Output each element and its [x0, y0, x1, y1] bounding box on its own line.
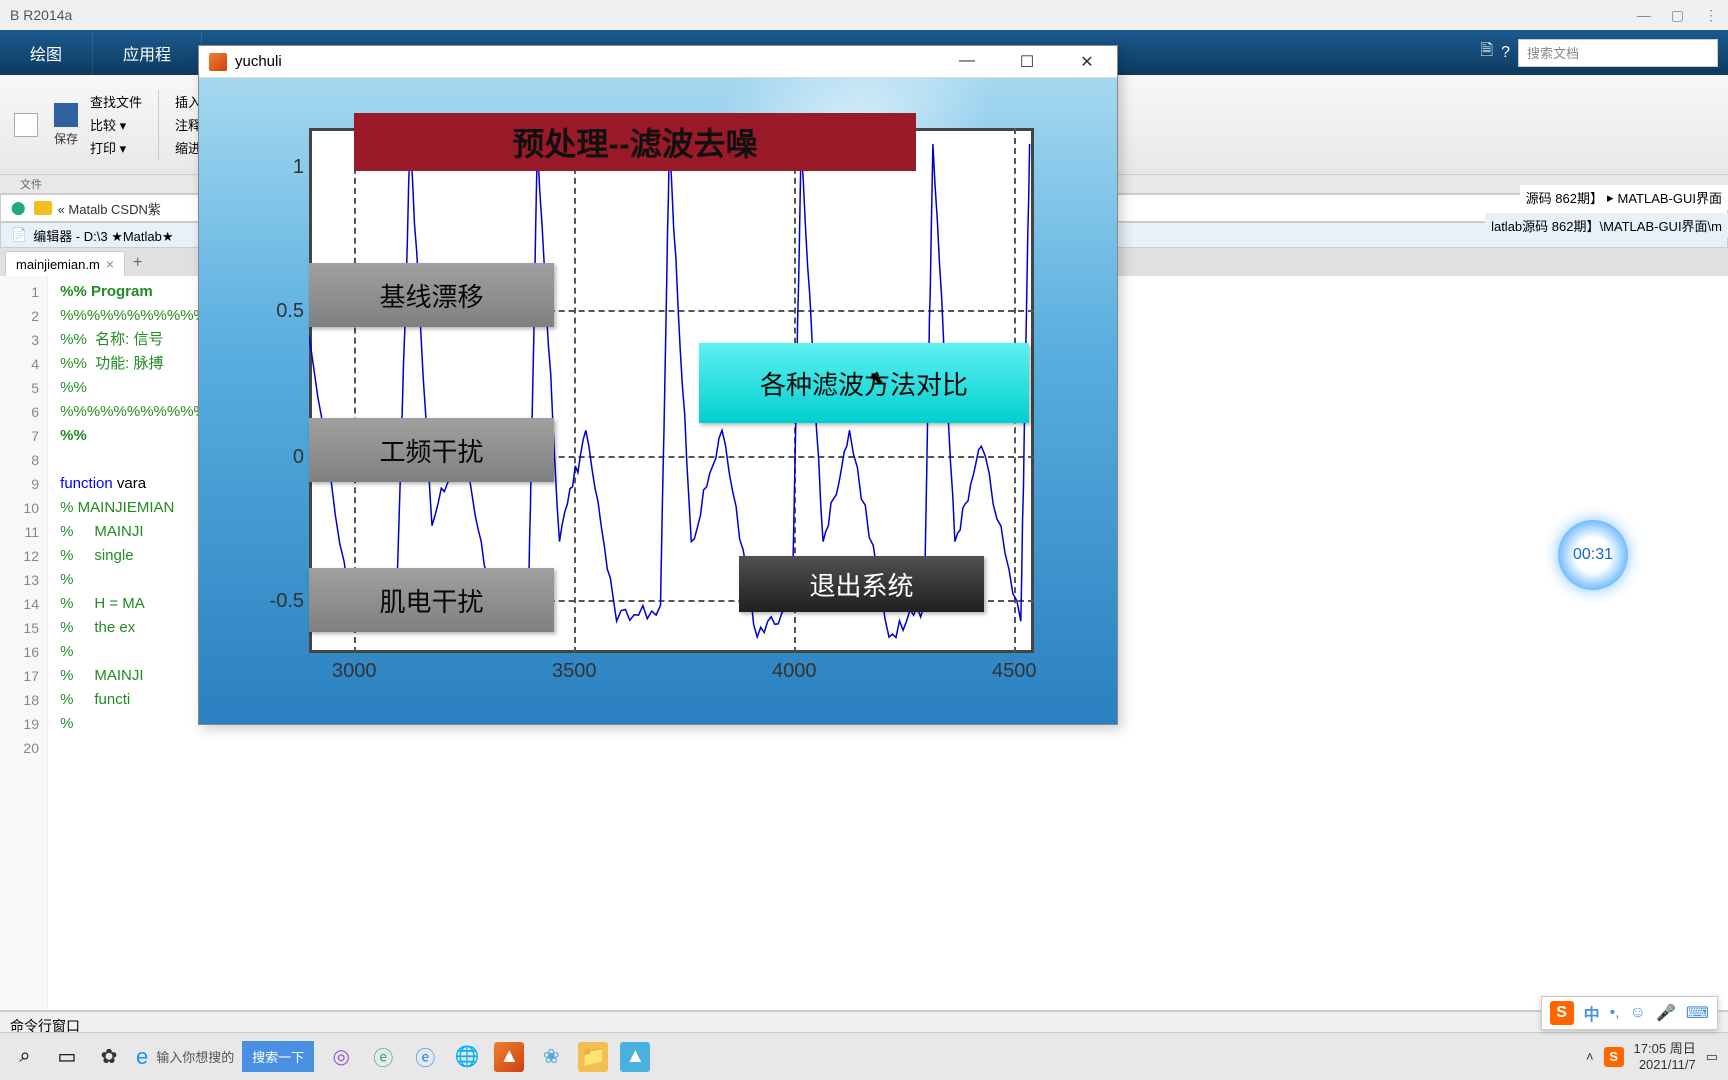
ime-keyboard-icon[interactable]: ⌨ — [1686, 1003, 1709, 1023]
editor-path-right: latlab源码 862期】\MATLAB-GUI界面\m — [1485, 213, 1728, 238]
minimize-icon[interactable]: — — [1637, 7, 1651, 24]
xtick-3000: 3000 — [332, 660, 377, 683]
app-icon[interactable]: ❀ — [536, 1042, 566, 1072]
cortana-icon[interactable]: ◎ — [326, 1042, 356, 1072]
figure-titlebar[interactable]: yuchuli — ☐ ✕ — [199, 46, 1117, 78]
clock[interactable]: 17:05 周日 2021/11/7 — [1634, 1041, 1696, 1072]
tab-add-button[interactable]: + — [125, 250, 150, 276]
tab-app[interactable]: 应用程 — [93, 30, 202, 75]
obs-icon[interactable]: ✿ — [94, 1042, 124, 1072]
find-files-button[interactable]: 查找文件 — [90, 92, 142, 111]
ie-taskbar-icon[interactable]: ⓔ — [368, 1042, 398, 1072]
emg-interference-button[interactable]: 肌电干扰 — [309, 568, 554, 632]
doc-icon[interactable]: 🗎 — [1480, 39, 1493, 66]
xtick-4000: 4000 — [772, 660, 817, 683]
explorer-icon[interactable]: 📁 — [578, 1042, 608, 1072]
line-gutter: 1234567891011121314151617181920 — [0, 276, 48, 1010]
save-button[interactable]: 保存 — [50, 99, 82, 151]
figure-window: yuchuli — ☐ ✕ 1 0.5 0 -0.5 3000 3500 400… — [198, 45, 1118, 725]
ytick-1: 1 — [264, 156, 304, 179]
taskview-icon[interactable]: ▭ — [52, 1042, 82, 1072]
power-interference-button[interactable]: 工频干扰 — [309, 418, 554, 482]
matlab-taskbar-icon[interactable]: ▲ — [494, 1042, 524, 1072]
ytick-05: 0.5 — [264, 300, 304, 323]
tray-sogou-icon[interactable]: S — [1604, 1047, 1624, 1067]
ime-toolbar[interactable]: S 中 •, ☺ 🎤 ⌨ — [1541, 996, 1718, 1030]
ime-punct-icon[interactable]: •, — [1610, 1004, 1620, 1022]
taskbar: ⌕ ▭ ✿ e 输入你想搜的 搜索一下 ◎ ⓔ ⓔ 🌐 ▲ ❀ 📁 ▲ ˄ S … — [0, 1032, 1728, 1080]
filter-compare-button[interactable]: 各种滤波方法对比 — [699, 343, 1029, 423]
tab-plot[interactable]: 绘图 — [0, 30, 93, 75]
tray-chevron-icon[interactable]: ˄ — [1586, 1049, 1594, 1064]
taskbar-search[interactable]: e 输入你想搜的 搜索一下 — [136, 1041, 314, 1072]
fig-close-icon[interactable]: ✕ — [1067, 52, 1107, 72]
maximize-icon[interactable]: ▢ — [1671, 7, 1684, 24]
sogou-icon[interactable]: S — [1550, 1001, 1574, 1025]
app-title: B R2014a — [10, 7, 72, 23]
fig-maximize-icon[interactable]: ☐ — [1007, 52, 1047, 72]
tab-close-icon[interactable]: × — [106, 256, 114, 272]
ime-emoji-icon[interactable]: ☺ — [1630, 1004, 1646, 1022]
figure-body: 1 0.5 0 -0.5 3000 3500 4000 4500 预处理--滤波… — [199, 78, 1117, 724]
xtick-3500: 3500 — [552, 660, 597, 683]
ie-icon: e — [136, 1044, 148, 1070]
matlab-icon — [209, 53, 227, 71]
matlab-title-bar: B R2014a — ▢ ⋮ — [0, 0, 1728, 30]
ime-lang[interactable]: 中 — [1584, 1001, 1600, 1025]
fig-minimize-icon[interactable]: — — [947, 52, 987, 72]
folder-icon — [34, 201, 52, 215]
recording-timer[interactable]: 00:31 — [1558, 520, 1628, 590]
path-fragment-right: 源码 862期】▸MATLAB-GUI界面 — [1520, 185, 1728, 210]
start-search-icon[interactable]: ⌕ — [10, 1042, 40, 1072]
ytick-0: 0 — [264, 446, 304, 469]
exit-button[interactable]: 退出系统 — [739, 556, 984, 612]
compare-button[interactable]: 比较 ▾ — [90, 115, 142, 134]
search-button[interactable]: 搜索一下 — [242, 1041, 314, 1072]
browser-icon[interactable]: 🌐 — [452, 1042, 482, 1072]
title-banner: 预处理--滤波去噪 — [354, 113, 916, 171]
help-icon[interactable]: ? — [1501, 44, 1510, 62]
photos-icon[interactable]: ▲ — [620, 1042, 650, 1072]
xtick-4500: 4500 — [992, 660, 1037, 683]
baseline-drift-button[interactable]: 基线漂移 — [309, 263, 554, 327]
close-icon[interactable]: ⋮ — [1704, 7, 1718, 24]
ytick-m05: -0.5 — [264, 590, 304, 613]
ribbon-group-file: 文件 — [20, 179, 42, 191]
print-button[interactable]: 打印 ▾ — [90, 138, 142, 157]
new-button[interactable] — [10, 109, 42, 141]
window-controls: — ▢ ⋮ — [1637, 7, 1718, 24]
tab-mainjiemian[interactable]: mainjiemian.m× — [5, 251, 125, 276]
figure-title: yuchuli — [235, 53, 282, 70]
notification-icon[interactable]: ▭ — [1706, 1049, 1718, 1065]
ime-voice-icon[interactable]: 🎤 — [1656, 1003, 1676, 1023]
doc-search[interactable]: 搜索文档 — [1518, 39, 1718, 67]
edge-icon[interactable]: ⓔ — [410, 1042, 440, 1072]
